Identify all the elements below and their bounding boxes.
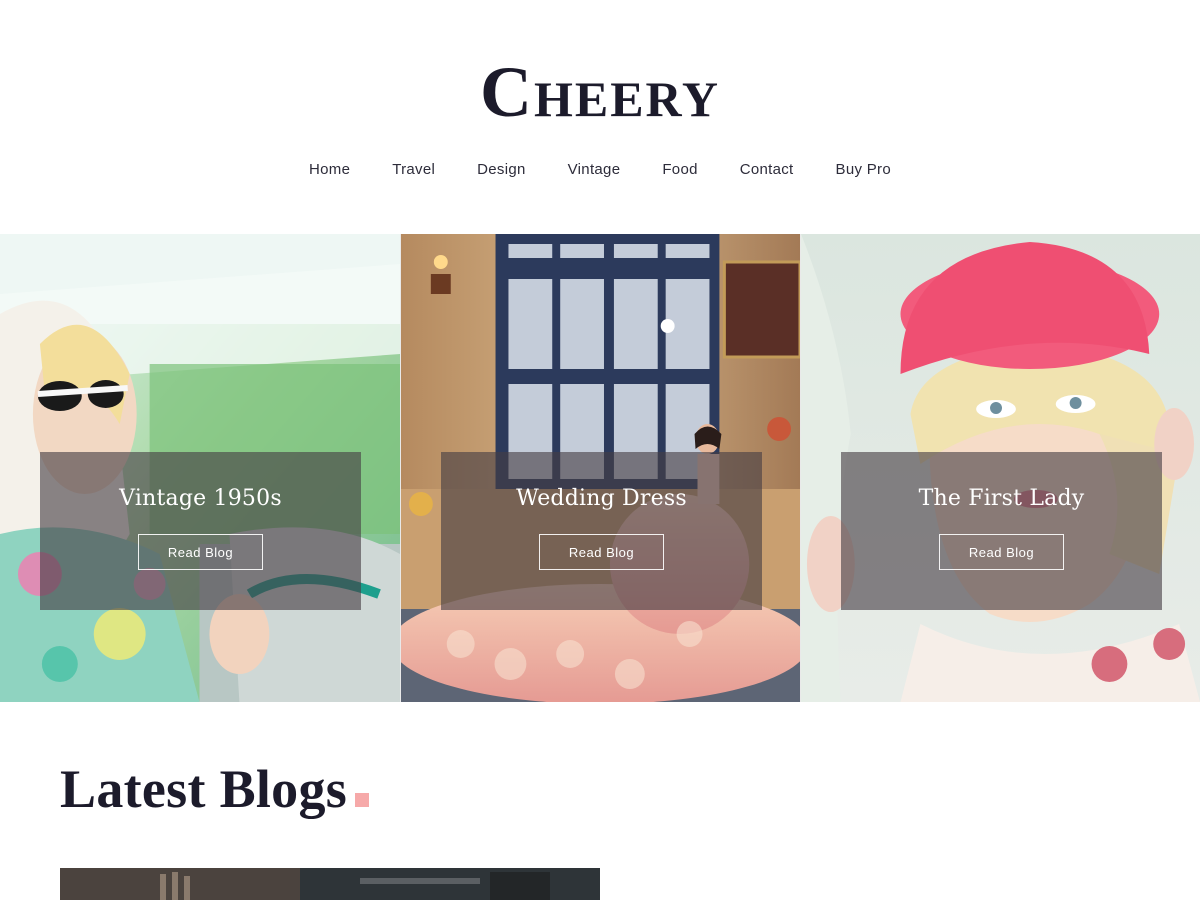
site-header: Cheery Home Travel Design Vintage Food C… bbox=[0, 0, 1200, 234]
slide-first-lady: The First Lady Read Blog bbox=[800, 234, 1200, 702]
blog-post-thumbnail[interactable] bbox=[60, 868, 600, 900]
read-blog-button[interactable]: Read Blog bbox=[539, 534, 664, 570]
slide-wedding: Wedding Dress Read Blog bbox=[400, 234, 800, 702]
main-nav: Home Travel Design Vintage Food Contact … bbox=[0, 158, 1200, 182]
accent-dot bbox=[355, 793, 370, 807]
nav-item-design[interactable]: Design bbox=[456, 158, 547, 182]
read-blog-button[interactable]: Read Blog bbox=[939, 534, 1064, 570]
slide-overlay: Wedding Dress Read Blog bbox=[441, 452, 762, 610]
slide-title[interactable]: Wedding Dress bbox=[441, 486, 762, 511]
nav-item-vintage[interactable]: Vintage bbox=[547, 158, 642, 182]
blog-thumbnail-image bbox=[60, 868, 600, 900]
latest-blogs-title: Latest Blogs bbox=[60, 759, 348, 819]
read-blog-button[interactable]: Read Blog bbox=[138, 534, 263, 570]
slide-vintage: Vintage 1950s Read Blog bbox=[0, 234, 400, 702]
featured-slider: Vintage 1950s Read Blog Wedding Dress Re… bbox=[0, 234, 1200, 702]
latest-blogs-heading: Latest Blogs bbox=[60, 756, 370, 822]
site-logo[interactable]: Cheery bbox=[0, 52, 1200, 132]
nav-item-home[interactable]: Home bbox=[288, 158, 371, 182]
slide-title[interactable]: The First Lady bbox=[841, 486, 1162, 511]
nav-item-contact[interactable]: Contact bbox=[719, 158, 815, 182]
slide-overlay: Vintage 1950s Read Blog bbox=[40, 452, 361, 610]
nav-item-travel[interactable]: Travel bbox=[371, 158, 456, 182]
nav-item-buy-pro[interactable]: Buy Pro bbox=[815, 158, 912, 182]
slide-title[interactable]: Vintage 1950s bbox=[40, 486, 361, 511]
slide-overlay: The First Lady Read Blog bbox=[841, 452, 1162, 610]
nav-item-food[interactable]: Food bbox=[641, 158, 718, 182]
